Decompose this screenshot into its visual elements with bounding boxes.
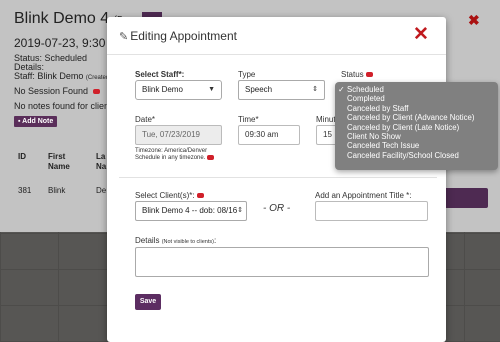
status-option-label: Canceled Facility/School Closed — [347, 150, 459, 160]
minutes-label: Minut — [316, 115, 336, 124]
status-label: Status — [341, 70, 373, 79]
status-option[interactable]: ✓ Scheduled — [335, 85, 498, 94]
status-option-label: Scheduled — [347, 85, 384, 94]
table-header-last-name[interactable]: La Na — [96, 152, 106, 172]
session-staff: Staff: Blink Demo (Created — [14, 71, 110, 81]
modal-header: ✎ Editing Appointment ✕ — [107, 17, 446, 55]
select-staff-label: Select Staff*: — [135, 70, 185, 79]
status-option[interactable]: Canceled by Client (Late Notice) — [335, 123, 498, 132]
select-client-label: Select Client(s)*: — [135, 191, 204, 200]
checkmark-icon: ✓ — [338, 85, 345, 94]
no-notes-text: No notes found for client — [14, 101, 112, 111]
edit-appointment-modal: ✎ Editing Appointment ✕ Select Staff*: Bl… — [107, 17, 446, 342]
comment-icon — [207, 155, 215, 160]
status-option[interactable]: Completed — [335, 94, 498, 103]
caret-down-icon: ▼ — [208, 86, 215, 93]
status-dropdown-menu[interactable]: ✓ Scheduled Completed Canceled by Staff Canc… — [335, 82, 498, 170]
edit-icon: ✎ — [119, 31, 129, 43]
date-label: Date* — [135, 115, 156, 124]
status-option[interactable]: Client No Show — [335, 132, 498, 141]
status-option-label: Client No Show — [347, 131, 401, 141]
date-input[interactable]: Tue, 07/23/2019 — [135, 125, 222, 145]
timezone-note: Timezone: America/Denver — [135, 148, 208, 154]
table-header-id[interactable]: ID — [18, 152, 26, 161]
comment-icon — [92, 89, 100, 95]
table-cell-first-name: Blink — [48, 186, 66, 195]
comment-icon — [196, 193, 204, 199]
details-label: Details (Not visible to clients): — [135, 236, 217, 245]
session-close-icon[interactable]: ✖ — [468, 12, 480, 29]
section-divider — [119, 177, 437, 178]
status-option[interactable]: Canceled Facility/School Closed — [335, 151, 498, 160]
updown-icon: ⇕ — [237, 207, 243, 214]
updown-icon: ⇕ — [312, 86, 318, 93]
close-icon[interactable]: ✕ — [413, 25, 429, 44]
comment-icon — [365, 72, 373, 78]
status-option[interactable]: Canceled by Client (Advance Notice) — [335, 113, 498, 122]
appointment-title-label: Add an Appointment Title *: — [315, 191, 412, 200]
note-icon: ▪ — [18, 118, 21, 125]
details-textarea[interactable] — [135, 247, 429, 277]
timezone-hint: Schedule in any timezone. — [135, 155, 215, 161]
table-cell-last-name: De — [96, 186, 107, 195]
status-option[interactable]: Canceled by Staff — [335, 104, 498, 113]
type-select[interactable]: Speech ⇕ — [238, 80, 325, 100]
time-input[interactable]: 09:30 am — [238, 125, 300, 145]
status-option-label: Canceled by Client (Late Notice) — [347, 122, 460, 132]
or-separator: - OR - — [263, 203, 291, 214]
table-cell-id: 381 — [18, 186, 32, 195]
status-option-label: Canceled by Staff — [347, 103, 409, 113]
client-select[interactable]: Blink Demo 4 -- dob: 08/16 ⇕ — [135, 201, 247, 221]
status-option-label: Completed — [347, 94, 385, 104]
appointment-title-input[interactable] — [315, 201, 428, 221]
status-option-label: Canceled Tech Issue — [347, 141, 420, 151]
status-option[interactable]: Canceled Tech Issue — [335, 141, 498, 150]
status-option-label: Canceled by Client (Advance Notice) — [347, 113, 475, 123]
no-session-text: No Session Found — [14, 86, 100, 96]
staff-select[interactable]: Blink Demo ▼ — [135, 80, 222, 100]
add-note-button[interactable]: ▪ Add Note — [14, 116, 58, 127]
table-header-first-name[interactable]: First Name — [48, 152, 74, 172]
modal-title: ✎ Editing Appointment — [119, 29, 237, 43]
type-label: Type — [238, 70, 256, 79]
time-label: Time* — [238, 115, 259, 124]
save-button[interactable]: Save — [135, 294, 161, 310]
